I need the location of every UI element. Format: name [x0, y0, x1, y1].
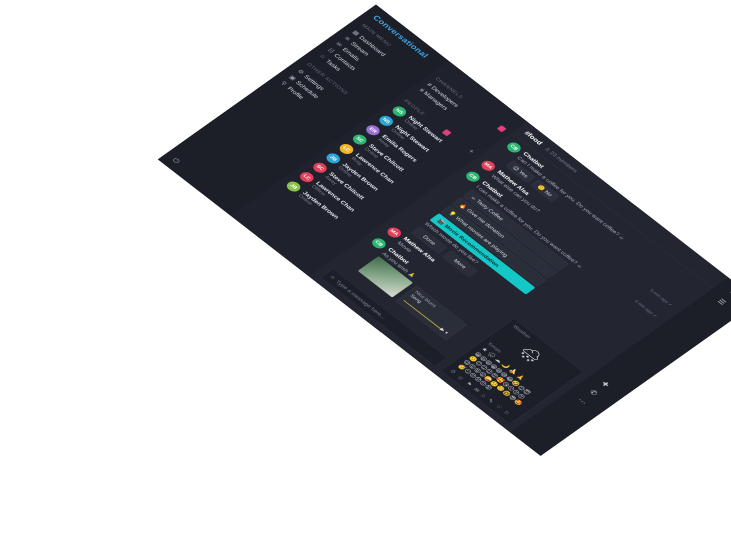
message-avatar: MA: [384, 225, 404, 240]
picker-tool-icon[interactable]: ✎: [486, 398, 496, 405]
message-avatar: CB: [504, 140, 524, 155]
attach-icon[interactable]: ⌾: [328, 274, 336, 280]
avatar: JB: [284, 179, 304, 194]
picker-tool-icon[interactable]: ⚑: [464, 381, 474, 388]
channel-title: #food: [522, 129, 545, 147]
power-icon[interactable]: ⏻: [170, 157, 182, 165]
screenshot-stage: Conversational Main menu ▦ Dashboard ≋ Stre…: [0, 0, 731, 557]
call-icon[interactable]: ✆: [587, 388, 599, 397]
members-label: 23 members: [548, 150, 580, 174]
app-window: Conversational Main menu ▦ Dashboard ≋ Stre…: [158, 5, 731, 456]
snow-cloud-icon: 🌨: [515, 343, 545, 366]
message-avatar: MA: [478, 158, 498, 173]
more-icon[interactable]: ⋯: [576, 397, 589, 407]
message-avatar: CB: [463, 169, 483, 184]
picker-tool-icon[interactable]: ⏱: [448, 368, 457, 374]
add-person-icon[interactable]: +: [466, 148, 476, 155]
play-icon[interactable]: ▶ ⏸: [439, 327, 450, 335]
notification-icon[interactable]: ⍟: [727, 289, 731, 296]
menu-icon[interactable]: ☰: [716, 297, 728, 306]
picker-tool-icon[interactable]: ⌂: [480, 393, 488, 399]
message-avatar: CB: [369, 236, 389, 251]
picker-tool-icon[interactable]: ♡: [494, 404, 503, 411]
picker-tool-icon[interactable]: ✉: [472, 387, 481, 394]
picker-tool-icon[interactable]: ☺: [456, 374, 466, 381]
add-icon[interactable]: ✚: [599, 380, 611, 389]
picker-tool-icon[interactable]: ⚐: [502, 410, 511, 417]
